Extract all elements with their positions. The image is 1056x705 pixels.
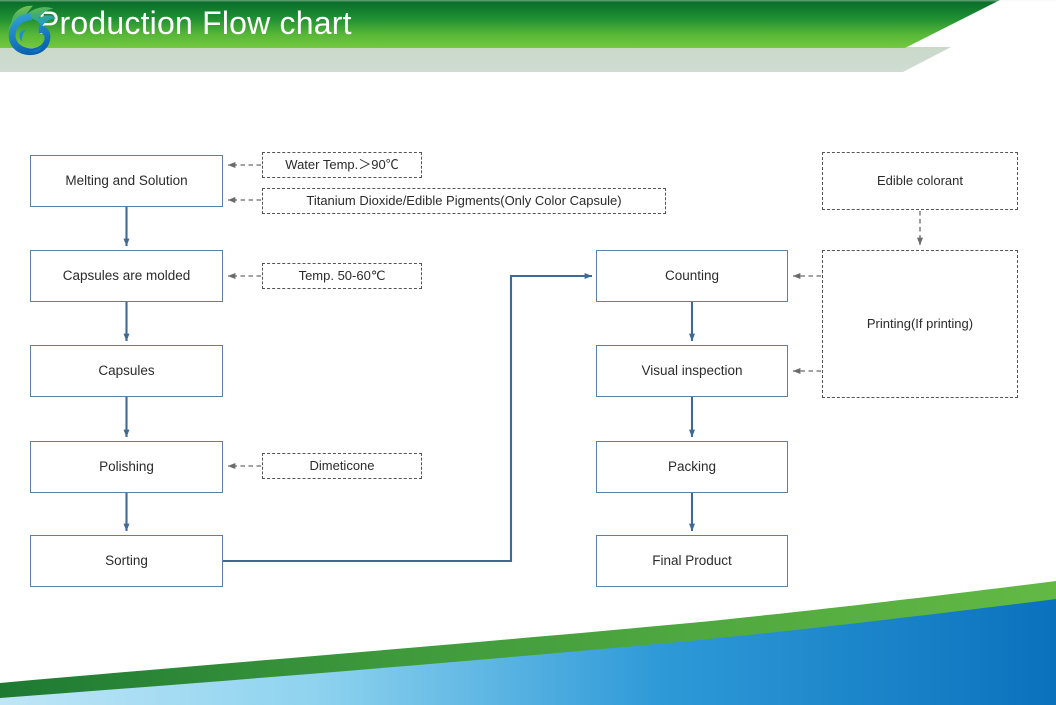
node-capsules[interactable]: Capsules [30, 345, 223, 397]
node-label: Capsules are molded [62, 267, 191, 283]
note-label: Edible colorant [877, 172, 963, 188]
node-visual-inspection[interactable]: Visual inspection [596, 345, 788, 397]
node-label: Sorting [105, 552, 148, 568]
note-printing-if-printing[interactable]: Printing(If printing) [822, 250, 1018, 398]
node-polishing[interactable]: Polishing [30, 441, 223, 493]
footer-wave-decoration [0, 581, 1056, 705]
node-melting-and-solution[interactable]: Melting and Solution [30, 155, 223, 207]
note-label: Dimeticone [309, 457, 375, 473]
note-label: Temp. 50-60℃ [298, 267, 386, 283]
note-titanium-dioxide-pigments[interactable]: Titanium Dioxide/Edible Pigments(Only Co… [262, 188, 666, 214]
note-edible-colorant[interactable]: Edible colorant [822, 152, 1018, 210]
node-capsules-are-molded[interactable]: Capsules are molded [30, 250, 223, 302]
node-label: Polishing [99, 458, 154, 474]
node-label: Visual inspection [641, 362, 743, 378]
note-label: Water Temp.＞90℃ [285, 156, 399, 172]
node-label: Capsules [98, 362, 155, 378]
node-label: Final Product [652, 552, 732, 568]
node-packing[interactable]: Packing [596, 441, 788, 493]
node-label: Melting and Solution [65, 172, 188, 188]
node-label: Counting [664, 267, 720, 283]
note-water-temperature[interactable]: Water Temp.＞90℃ [262, 152, 422, 178]
note-molding-temperature[interactable]: Temp. 50-60℃ [262, 263, 422, 289]
node-counting[interactable]: Counting [596, 250, 788, 302]
edge-sorting-to-counting [223, 273, 593, 563]
note-label: Printing(If printing) [866, 315, 974, 331]
note-label: Titanium Dioxide/Edible Pigments(Only Co… [306, 192, 622, 208]
node-label: Packing [667, 458, 717, 474]
note-dimeticone[interactable]: Dimeticone [262, 453, 422, 479]
